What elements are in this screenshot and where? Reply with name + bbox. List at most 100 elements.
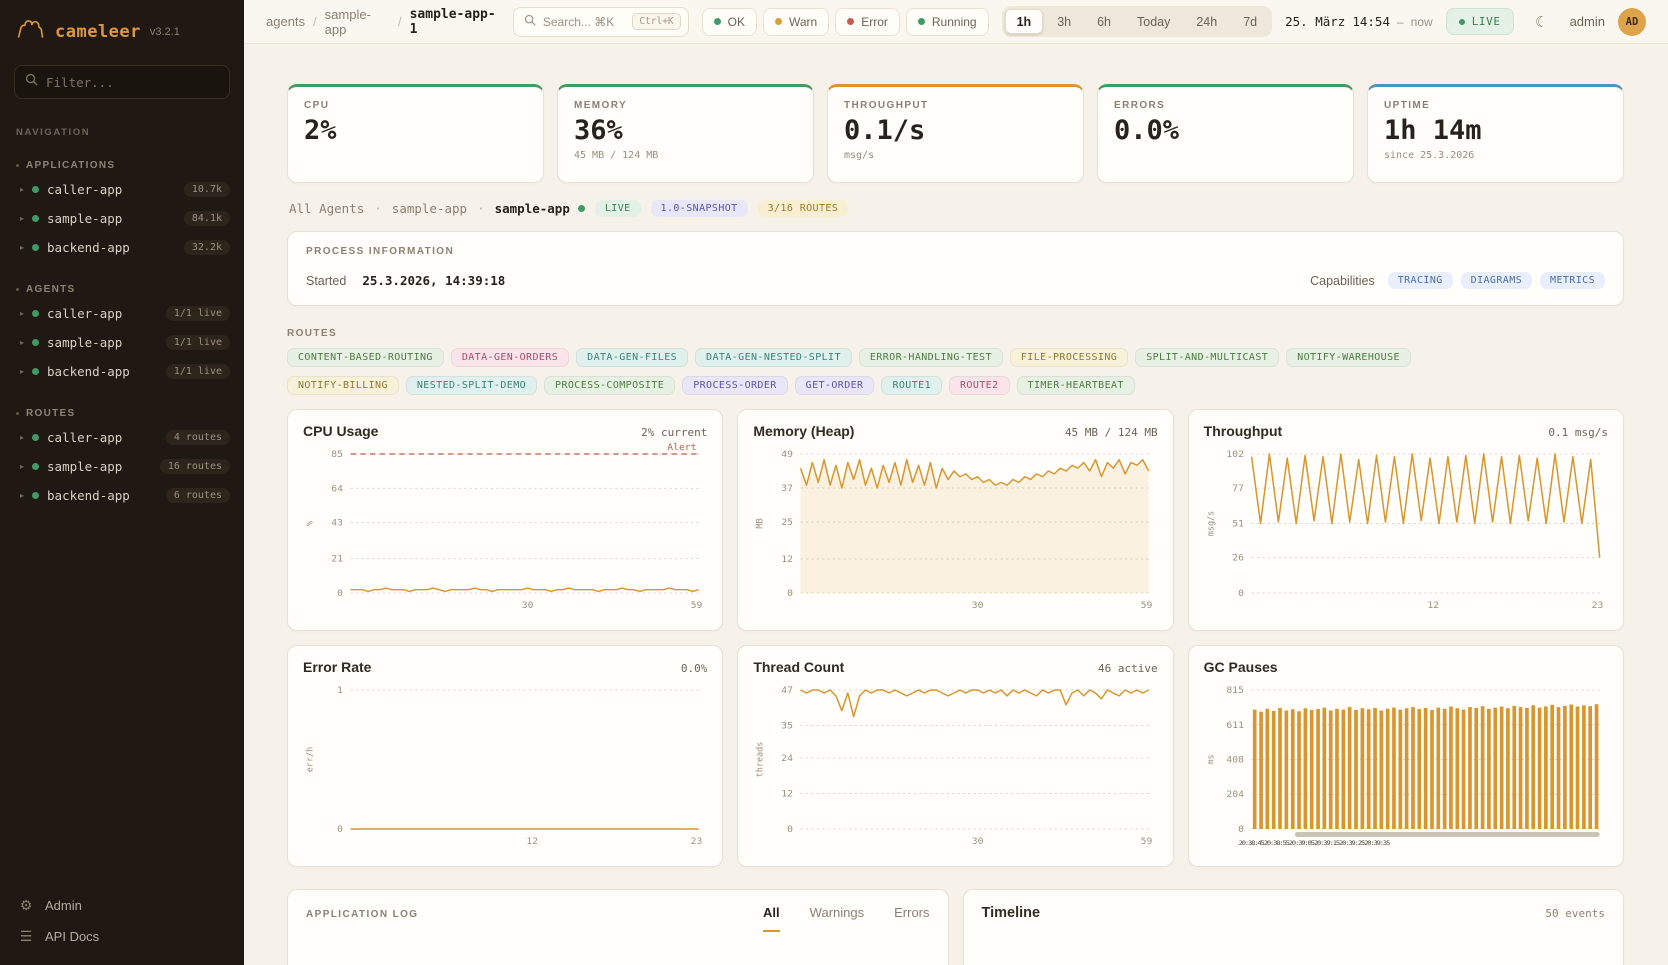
started-label: Started	[306, 274, 346, 288]
breadcrumb-agents[interactable]: agents	[266, 14, 305, 29]
agent-crumb-current: sample-app	[495, 201, 585, 216]
time-range-1h[interactable]: 1h	[1005, 9, 1044, 34]
route-badge-data-gen-orders[interactable]: DATA-GEN-ORDERS	[451, 348, 569, 367]
datetime-range: 25. März 14:54 – now	[1285, 14, 1433, 29]
filter-input[interactable]	[46, 75, 219, 90]
route-badge-nested-split-demo[interactable]: NESTED-SPLIT-DEMO	[406, 376, 537, 395]
chart-header-value: 0.1 msg/s	[1548, 426, 1608, 439]
svg-text:MB: MB	[756, 518, 766, 528]
log-tab-warnings[interactable]: Warnings	[810, 905, 864, 932]
capability-badge-tracing: TRACING	[1388, 272, 1453, 289]
capabilities-label: Capabilities	[1310, 274, 1375, 288]
route-badge-timer-heartbeat[interactable]: TIMER-HEARTBEAT	[1017, 376, 1135, 395]
stat-card-throughput: THROUGHPUT0.1/smsg/s	[827, 84, 1084, 183]
route-badge-split-and-multicast[interactable]: SPLIT-AND-MULTICAST	[1135, 348, 1279, 367]
svg-text:611: 611	[1226, 720, 1244, 731]
route-badge-route1[interactable]: ROUTE1	[881, 376, 942, 395]
route-badge-notify-warehouse[interactable]: NOTIFY-WAREHOUSE	[1286, 348, 1411, 367]
status-filter-warn[interactable]: Warn	[763, 8, 829, 36]
stat-value: 36%	[574, 116, 797, 146]
chevron-right-icon: ▸	[20, 214, 24, 223]
search-input[interactable]	[543, 15, 625, 29]
svg-text:Alert: Alert	[667, 442, 696, 453]
sidebar-item-label: backend-app	[47, 240, 130, 255]
sidebar: cameleer v3.2.1 NAVIGATION APPLICATIONS▸…	[0, 0, 244, 965]
logo-row: cameleer v3.2.1	[0, 0, 244, 59]
chevron-right-icon: ▸	[20, 433, 24, 442]
time-range-7d[interactable]: 7d	[1231, 9, 1269, 34]
route-badge-data-gen-nested-split[interactable]: DATA-GEN-NESTED-SPLIT	[695, 348, 852, 367]
application-log-panel: APPLICATION LOG AllWarningsErrors	[287, 889, 949, 965]
stat-card-cpu: CPU2%	[287, 84, 544, 183]
chart-header: Thread Count46 active	[753, 659, 1157, 675]
route-badge-notify-billing[interactable]: NOTIFY-BILLING	[287, 376, 399, 395]
sidebar-item-caller-app[interactable]: ▸caller-app1/1 live	[0, 299, 244, 328]
status-filter-ok[interactable]: OK	[702, 8, 757, 36]
capabilities-group: Capabilities TRACINGDIAGRAMSMETRICS	[1310, 272, 1605, 289]
sidebar-item-backend-app[interactable]: ▸backend-app6 routes	[0, 481, 244, 510]
sidebar-item-admin[interactable]: ⚙ Admin	[18, 897, 226, 914]
time-range-3h[interactable]: 3h	[1045, 9, 1083, 34]
status-filter-running[interactable]: Running	[906, 8, 989, 36]
avatar[interactable]: AD	[1618, 8, 1646, 36]
sidebar-section-header: APPLICATIONS	[0, 160, 244, 175]
log-tab-errors[interactable]: Errors	[894, 905, 929, 932]
sidebar-item-label: backend-app	[47, 364, 130, 379]
sidebar-item-badge: 32.2k	[184, 240, 230, 255]
svg-text:30: 30	[522, 600, 534, 611]
agent-crumb-sample-app[interactable]: sample-app	[392, 201, 467, 216]
route-badge-data-gen-files[interactable]: DATA-GEN-FILES	[576, 348, 688, 367]
route-badge-error-handling-test[interactable]: ERROR-HANDLING-TEST	[859, 348, 1003, 367]
time-range-24h[interactable]: 24h	[1184, 9, 1229, 34]
timeline-panel: Timeline 50 events	[963, 889, 1625, 965]
status-filter-error[interactable]: Error	[835, 8, 900, 36]
chart-panel-cpu-usage: CPU Usage2% current021436485%3059Alert	[287, 409, 723, 631]
time-range-6h[interactable]: 6h	[1085, 9, 1123, 34]
route-badge-get-order[interactable]: GET-ORDER	[795, 376, 875, 395]
search-icon	[25, 73, 38, 91]
time-range-today[interactable]: Today	[1125, 9, 1182, 34]
stat-subtext: msg/s	[844, 150, 1067, 161]
route-badge-file-processing[interactable]: FILE-PROCESSING	[1010, 348, 1128, 367]
svg-text:msg/s: msg/s	[1206, 511, 1216, 537]
sidebar-item-badge: 4 routes	[166, 430, 230, 445]
route-badge-route2[interactable]: ROUTE2	[949, 376, 1010, 395]
sidebar-item-sample-app[interactable]: ▸sample-app16 routes	[0, 452, 244, 481]
timeline-events-count: 50 events	[1545, 907, 1605, 920]
dark-mode-toggle[interactable]: ☾	[1527, 7, 1557, 37]
chevron-right-icon: ▸	[20, 367, 24, 376]
sidebar-item-api-docs[interactable]: ☰ API Docs	[18, 928, 226, 945]
routes-badge-list: CONTENT-BASED-ROUTING DATA-GEN-ORDERS DATA…	[287, 348, 1527, 395]
sidebar-item-caller-app[interactable]: ▸caller-app10.7k	[0, 175, 244, 204]
route-badge-content-based-routing[interactable]: CONTENT-BASED-ROUTING	[287, 348, 444, 367]
svg-text:59: 59	[691, 600, 703, 611]
live-indicator[interactable]: LIVE	[1446, 8, 1514, 35]
status-dot	[847, 18, 854, 25]
breadcrumb-sample-app[interactable]: sample-app	[325, 7, 390, 37]
date-label: 25. März	[1285, 14, 1345, 29]
agent-crumb-all-agents[interactable]: All Agents	[289, 201, 364, 216]
svg-text:threads: threads	[756, 742, 766, 778]
stat-card-uptime: UPTIME1h 14msince 25.3.2026	[1367, 84, 1624, 183]
list-icon: ☰	[18, 928, 34, 945]
sidebar-item-label: caller-app	[47, 182, 122, 197]
svg-text:12: 12	[526, 836, 538, 847]
sidebar-item-backend-app[interactable]: ▸backend-app1/1 live	[0, 357, 244, 386]
sidebar-item-sample-app[interactable]: ▸sample-app84.1k	[0, 204, 244, 233]
svg-text:85: 85	[331, 449, 343, 460]
sidebar-item-backend-app[interactable]: ▸backend-app32.2k	[0, 233, 244, 262]
route-badge-process-order[interactable]: PROCESS-ORDER	[682, 376, 787, 395]
svg-text:64: 64	[331, 484, 343, 495]
sidebar-item-sample-app[interactable]: ▸sample-app1/1 live	[0, 328, 244, 357]
chart-canvas-gc-pauses: 0204408611815ms20:38:4520:38:5520:39:052…	[1204, 677, 1608, 849]
sidebar-item-caller-app[interactable]: ▸caller-app4 routes	[0, 423, 244, 452]
svg-text:err/h: err/h	[305, 747, 315, 773]
log-tab-all[interactable]: All	[763, 905, 780, 932]
route-badge-process-composite[interactable]: PROCESS-COMPOSITE	[544, 376, 675, 395]
stat-subtext: since 25.3.2026	[1384, 150, 1607, 161]
charts-grid: CPU Usage2% current021436485%3059AlertMe…	[287, 409, 1624, 867]
status-dot	[714, 18, 721, 25]
svg-text:12: 12	[1427, 600, 1439, 611]
sidebar-item-label: sample-app	[47, 211, 122, 226]
capability-badge-diagrams: DIAGRAMS	[1461, 272, 1532, 289]
